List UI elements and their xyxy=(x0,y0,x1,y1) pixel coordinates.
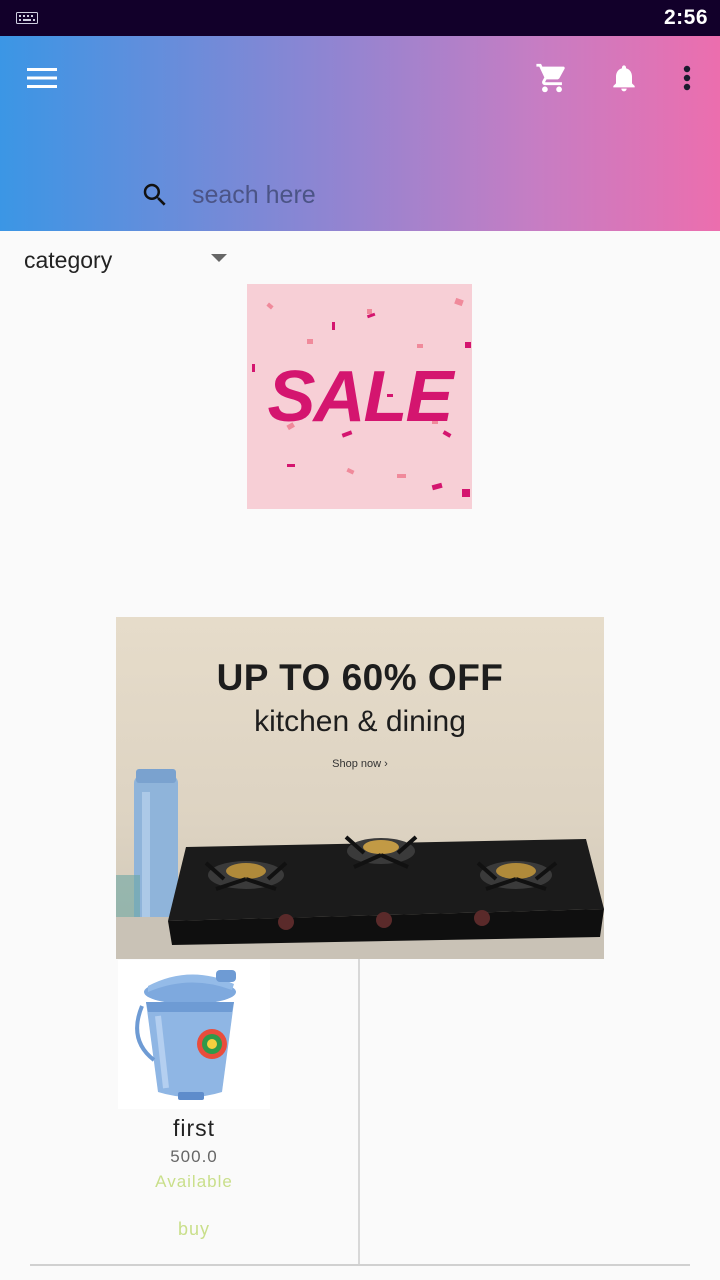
dropdown-arrow-icon xyxy=(211,254,227,262)
cart-icon xyxy=(536,63,565,93)
category-dropdown[interactable]: category xyxy=(24,240,234,280)
notifications-button[interactable] xyxy=(602,56,646,100)
app-bar xyxy=(0,36,720,231)
search-bar xyxy=(138,172,698,218)
category-label: category xyxy=(24,246,113,273)
menu-button[interactable] xyxy=(22,56,62,100)
cart-button[interactable] xyxy=(530,56,574,100)
bucket-image xyxy=(135,970,236,1100)
gas-stove-image xyxy=(116,769,604,959)
status-bar: 2:56 xyxy=(0,0,720,36)
product-card[interactable]: first 500.0 Available buy xyxy=(118,960,270,1250)
sale-text: SALE xyxy=(267,357,453,437)
sale-banner[interactable]: SALE xyxy=(247,284,472,509)
search-input[interactable] xyxy=(192,180,672,210)
product-availability: Available xyxy=(155,1172,233,1191)
bell-icon xyxy=(613,65,635,92)
menu-icon xyxy=(27,68,57,88)
keyboard-icon xyxy=(16,12,38,24)
product-image xyxy=(118,960,270,1109)
status-time: 2:56 xyxy=(663,6,708,29)
buy-button[interactable]: buy xyxy=(154,1214,234,1244)
more-vert-icon xyxy=(683,65,691,91)
promo-banner[interactable]: UP TO 60% OFF kitchen & dining Shop now … xyxy=(116,617,604,959)
grid-divider xyxy=(358,959,360,1265)
more-options-button[interactable] xyxy=(670,56,704,100)
search-icon[interactable] xyxy=(138,178,172,212)
product-price: 500.0 xyxy=(170,1147,218,1166)
list-divider xyxy=(30,1264,690,1266)
product-name: first xyxy=(172,1115,216,1141)
